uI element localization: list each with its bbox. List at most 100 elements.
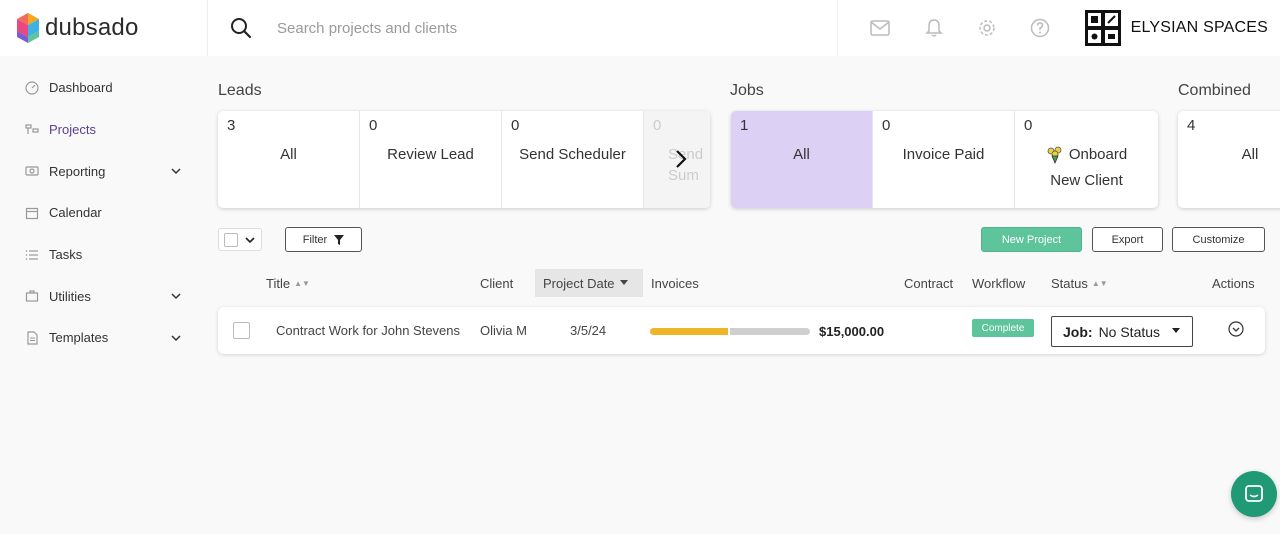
table-row[interactable]: Contract Work for John Stevens Olivia M … <box>218 307 1265 354</box>
tasks-icon <box>24 247 40 263</box>
lead-card-all[interactable]: 3 All <box>218 111 360 208</box>
card-count: 4 <box>1187 117 1196 134</box>
invoice-amount[interactable]: $15,000.00 <box>819 324 884 339</box>
brand-name: ELYSIAN SPACES <box>1130 19 1268 36</box>
sort-desc-icon <box>619 280 628 285</box>
sidebar-item-label: Calendar <box>49 205 102 221</box>
column-header-label: Project Date <box>543 275 615 291</box>
chevron-down-icon[interactable] <box>170 290 182 302</box>
sidebar-item-utilities[interactable]: Utilities <box>0 275 208 317</box>
card-count: 1 <box>740 117 749 134</box>
actions-chevron-circle-icon[interactable] <box>1228 321 1244 337</box>
card-count: 0 <box>653 117 662 134</box>
lead-card-review-lead[interactable]: 0 Review Lead <box>360 111 502 208</box>
column-header-label: Invoices <box>651 276 699 291</box>
column-header-label: Workflow <box>972 276 1026 291</box>
templates-icon <box>24 330 40 346</box>
sidebar-item-reporting[interactable]: Reporting <box>0 150 208 192</box>
card-count: 0 <box>1024 117 1033 134</box>
combined-cards: 4 All <box>1178 111 1280 208</box>
column-header-label: Client <box>480 276 514 291</box>
search-input[interactable] <box>277 19 797 37</box>
help-icon[interactable] <box>1013 0 1066 56</box>
card-label: Onboard New Client <box>1015 144 1158 191</box>
card-label: All <box>793 146 810 163</box>
chat-button[interactable] <box>1231 471 1277 517</box>
account-brand[interactable]: ELYSIAN SPACES <box>1067 0 1280 56</box>
bell-icon[interactable] <box>907 0 960 56</box>
utilities-icon <box>24 288 40 304</box>
calendar-icon <box>24 205 40 221</box>
card-label: Invoice Paid <box>902 146 985 163</box>
client-name[interactable]: Olivia M <box>480 323 527 338</box>
filter-button[interactable]: Filter <box>285 227 362 252</box>
column-header-label: Contract <box>904 276 954 291</box>
mail-icon[interactable] <box>854 0 907 56</box>
sidebar-item-dashboard[interactable]: Dashboard <box>0 67 208 109</box>
chevron-down-icon[interactable] <box>245 235 255 245</box>
workflow-status-badge[interactable]: Complete <box>972 319 1034 337</box>
brand-logo <box>1084 10 1121 46</box>
bouquet-icon <box>1047 146 1062 164</box>
card-label-line2: New Client <box>1050 171 1123 189</box>
bulk-select[interactable] <box>218 228 262 251</box>
customize-button[interactable]: Customize <box>1172 227 1265 252</box>
logo[interactable]: dubsado <box>0 0 208 56</box>
column-header-contract: Contract <box>904 276 953 291</box>
leads-section-title: Leads <box>218 82 262 99</box>
select-all-checkbox[interactable] <box>224 232 238 247</box>
column-header-invoices: Invoices <box>651 276 699 291</box>
sidebar-item-label: Reporting <box>49 163 106 179</box>
chevron-down-icon[interactable] <box>170 332 182 344</box>
card-count: 0 <box>882 117 891 134</box>
new-project-button[interactable]: New Project <box>981 227 1082 252</box>
search-icon[interactable] <box>230 17 252 39</box>
invoice-progress-bar <box>650 328 810 335</box>
job-card-all[interactable]: 1 All <box>731 111 873 208</box>
column-header-project-date[interactable]: Project Date <box>535 269 643 297</box>
top-bar: dubsado Search projects and clients ELYS… <box>0 0 1280 56</box>
card-count: 0 <box>511 117 520 134</box>
projects-icon <box>24 122 40 138</box>
logo-text: dubsado <box>45 14 139 41</box>
column-header-status[interactable]: Status ▲▼ <box>1051 276 1108 291</box>
sidebar-item-label: Dashboard <box>49 80 113 96</box>
sidebar-item-templates[interactable]: Templates <box>0 317 208 359</box>
card-count: 3 <box>227 117 236 134</box>
sidebar-item-calendar[interactable]: Calendar <box>0 192 208 234</box>
reporting-icon <box>24 163 40 179</box>
project-date: 3/5/24 <box>570 323 607 338</box>
status-prefix: Job: <box>1063 323 1093 340</box>
card-label: Send Scheduler <box>519 146 626 163</box>
job-card-invoice-paid[interactable]: 0 Invoice Paid <box>873 111 1015 208</box>
export-button[interactable]: Export <box>1092 227 1163 252</box>
chevron-down-icon[interactable] <box>170 165 182 177</box>
column-header-actions: Actions <box>1212 276 1255 291</box>
dashboard-icon <box>24 80 40 96</box>
combined-card-all[interactable]: 4 All <box>1178 111 1280 208</box>
status-dropdown[interactable]: Job: No Status <box>1051 316 1193 347</box>
sidebar-item-label: Templates <box>49 330 109 346</box>
sort-icon: ▲▼ <box>1091 279 1108 288</box>
sidebar-item-tasks[interactable]: Tasks <box>0 234 208 276</box>
sidebar-item-label: Projects <box>49 122 96 138</box>
sidebar-item-projects[interactable]: Projects <box>0 109 208 151</box>
column-header-title[interactable]: Title ▲▼ <box>266 276 310 291</box>
sidebar-item-label: Tasks <box>49 247 83 263</box>
project-title-link[interactable]: Contract Work for John Stevens <box>276 323 460 338</box>
column-header-label: Actions <box>1212 276 1255 291</box>
job-card-onboard-new-client[interactable]: 0 Onboard New Client <box>1015 111 1158 208</box>
invoice-progress-paid <box>650 328 729 335</box>
gear-icon[interactable] <box>960 0 1013 56</box>
jobs-section-title: Jobs <box>730 82 764 99</box>
leads-cards: 3 All 0 Review Lead 0 Send Scheduler 0 S… <box>218 111 710 208</box>
column-header-client[interactable]: Client <box>480 276 513 291</box>
card-count: 0 <box>369 117 378 134</box>
card-label: Review Lead <box>387 146 474 163</box>
row-checkbox[interactable] <box>233 322 250 339</box>
jobs-cards: 1 All 0 Invoice Paid 0 Onboard New Clien… <box>731 111 1158 208</box>
lead-card-send-scheduler[interactable]: 0 Send Scheduler <box>502 111 644 208</box>
chevron-right-icon[interactable] <box>672 148 690 170</box>
card-label: All <box>280 146 297 163</box>
search-area <box>208 0 837 56</box>
